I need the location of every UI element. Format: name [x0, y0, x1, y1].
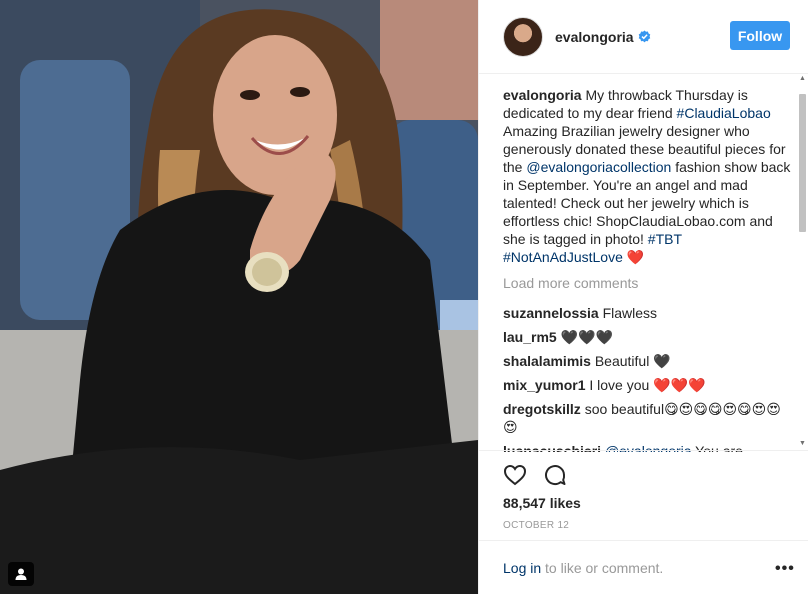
comment-username[interactable]: shalalamimis: [503, 353, 591, 369]
verified-badge-icon: [638, 30, 650, 43]
comment-username[interactable]: suzannelossia: [503, 305, 599, 321]
comment-text: I love you ❤️❤️❤️: [589, 377, 706, 393]
hashtag-tbt[interactable]: #TBT: [648, 231, 682, 247]
hashtag-notanadjustlove[interactable]: #NotAnAdJustLove: [503, 249, 623, 265]
comment-item: mix_yumor1 I love you ❤️❤️❤️: [503, 376, 793, 394]
scroll-up-arrow-icon[interactable]: ▲: [798, 74, 807, 84]
follow-button[interactable]: Follow: [730, 21, 790, 50]
comment-bubble-icon[interactable]: [543, 463, 567, 487]
like-heart-icon[interactable]: [503, 463, 527, 487]
post-date[interactable]: OCTOBER 12: [503, 520, 569, 531]
comment-username[interactable]: mix_yumor1: [503, 377, 585, 393]
comment-item: dregotskillz soo beautiful😋😍😋😋😍😋😍😍😍: [503, 400, 793, 436]
comment-item: shalalamimis Beautiful 🖤: [503, 352, 793, 370]
comment-text: Flawless: [602, 305, 658, 321]
divider: [479, 450, 808, 451]
comment-username[interactable]: lau_rm5: [503, 329, 557, 345]
load-more-comments-link[interactable]: Load more comments: [503, 274, 793, 292]
avatar[interactable]: [503, 16, 543, 57]
heart-emoji: ❤️: [626, 249, 645, 265]
more-options-icon[interactable]: •••: [775, 560, 795, 578]
hashtag-claudialobao[interactable]: #ClaudiaLobao: [677, 105, 771, 121]
photo-illustration: [0, 0, 478, 594]
post-side-panel: evalongoria Follow evalongoria My throwb…: [478, 0, 808, 594]
mention-evalongoriacollection[interactable]: @evalongoriacollection: [526, 159, 671, 175]
post-caption: evalongoria My throwback Thursday is ded…: [503, 86, 793, 266]
login-prompt-text: to like or comment.: [541, 560, 664, 576]
header-username[interactable]: evalongoria: [555, 29, 634, 45]
comments-list[interactable]: evalongoria My throwback Thursday is ded…: [503, 86, 793, 452]
login-link[interactable]: Log in: [503, 560, 541, 576]
comments-scrollbar[interactable]: ▲ ▼: [798, 74, 807, 449]
tagged-user-icon[interactable]: [8, 562, 34, 586]
comment-item: lau_rm5 🖤🖤🖤: [503, 328, 793, 346]
person-icon: [15, 568, 27, 580]
instagram-post: evalongoria Follow evalongoria My throwb…: [0, 0, 808, 594]
post-actions: [503, 460, 583, 490]
caption-username[interactable]: evalongoria: [503, 87, 582, 103]
post-header: evalongoria Follow: [479, 0, 808, 74]
login-prompt: Log in to like or comment.: [503, 560, 663, 576]
scrollbar-thumb[interactable]: [799, 94, 806, 232]
comment-username[interactable]: dregotskillz: [503, 401, 581, 417]
post-photo[interactable]: [0, 0, 478, 594]
comment-text: Beautiful 🖤: [594, 353, 671, 369]
scroll-down-arrow-icon[interactable]: ▼: [798, 439, 807, 449]
comment-text: 🖤🖤🖤: [560, 329, 613, 345]
divider: [479, 540, 808, 541]
likes-count[interactable]: 88,547 likes: [503, 495, 581, 511]
comment-item: suzannelossia Flawless: [503, 304, 793, 322]
